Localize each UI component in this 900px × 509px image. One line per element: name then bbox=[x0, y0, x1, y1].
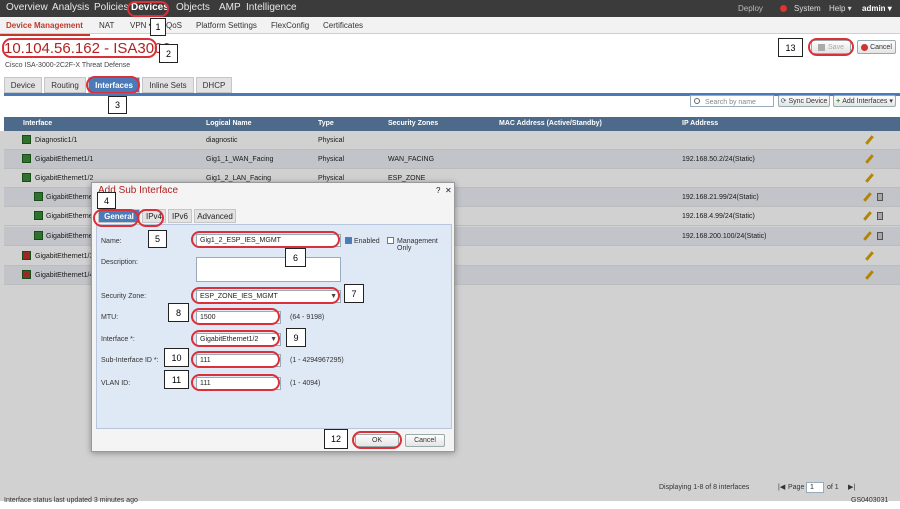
annotation-8: 8 bbox=[168, 303, 189, 322]
annotation-11: 11 bbox=[164, 370, 189, 389]
interface-label: Interface *: bbox=[101, 336, 135, 343]
mtu-highlight bbox=[191, 308, 280, 325]
col-logical-name: Logical Name bbox=[206, 120, 252, 127]
col-type: Type bbox=[318, 120, 334, 127]
add-interfaces-button[interactable]: + Add Interfaces ▾ bbox=[833, 95, 896, 107]
tab-device[interactable]: Device bbox=[4, 77, 42, 93]
nav-analysis[interactable]: Analysis bbox=[52, 2, 89, 13]
subnav-flexconfig[interactable]: FlexConfig bbox=[271, 21, 309, 30]
subnav-platform-settings[interactable]: Platform Settings bbox=[196, 21, 257, 30]
annotation-4: 4 bbox=[97, 192, 116, 209]
annotation-5: 5 bbox=[148, 230, 167, 248]
deploy-button[interactable]: Deploy bbox=[738, 4, 763, 13]
col-interface: Interface bbox=[23, 120, 53, 127]
tab-routing[interactable]: Routing bbox=[44, 77, 86, 93]
mtu-label: MTU: bbox=[101, 314, 119, 321]
col-mac-address: MAC Address (Active/Standby) bbox=[499, 120, 602, 127]
sync-icon: ⟳ bbox=[780, 98, 787, 105]
status-text: Interface status last updated 3 minutes … bbox=[4, 497, 138, 504]
description-label: Description: bbox=[101, 259, 138, 266]
dialog-form: Name: Gig1_2_ESP_IES_MGMT Enabled Manage… bbox=[96, 224, 452, 429]
sync-device-button[interactable]: ⟳ Sync Device bbox=[778, 95, 830, 107]
description-input[interactable] bbox=[196, 257, 341, 282]
first-page-icon[interactable]: |◀ bbox=[778, 483, 785, 491]
annotation-7: 7 bbox=[344, 284, 364, 303]
tab-inline-sets[interactable]: Inline Sets bbox=[142, 77, 194, 93]
dialog-title: Add Sub Interface bbox=[98, 185, 179, 196]
security-zone-label: Security Zone: bbox=[101, 293, 147, 300]
tab-advanced[interactable]: Advanced bbox=[194, 209, 236, 223]
general-tab-highlight bbox=[93, 209, 139, 227]
enabled-checkbox[interactable] bbox=[345, 237, 352, 244]
page-label: Page bbox=[788, 484, 805, 491]
interfaces-table-header: Interface Logical Name Type Security Zon… bbox=[4, 117, 900, 131]
subnav-certificates[interactable]: Certificates bbox=[323, 21, 363, 30]
help-menu[interactable]: Help ▾ bbox=[829, 4, 852, 13]
tab-ipv6[interactable]: IPv6 bbox=[168, 209, 192, 223]
pager-summary: Displaying 1-8 of 8 interfaces bbox=[659, 484, 750, 491]
nav-overview[interactable]: Overview bbox=[6, 2, 48, 13]
annotation-12: 12 bbox=[324, 429, 348, 449]
add-icon: + bbox=[836, 97, 841, 105]
tab-dhcp[interactable]: DHCP bbox=[196, 77, 232, 93]
mtu-hint: (64 - 9198) bbox=[290, 314, 325, 321]
page-input[interactable]: 1 bbox=[806, 482, 824, 493]
col-ip-address: IP Address bbox=[682, 120, 719, 127]
title-highlight bbox=[2, 38, 157, 58]
nav-amp[interactable]: AMP bbox=[219, 2, 241, 13]
interface-highlight bbox=[191, 330, 280, 347]
next-page-icon[interactable]: ▶| bbox=[848, 483, 855, 491]
annotation-1: 1 bbox=[150, 18, 166, 36]
user-menu[interactable]: admin ▾ bbox=[862, 4, 892, 13]
cancel-top-button[interactable]: Cancel bbox=[857, 40, 896, 54]
figure-id: GS0403031 bbox=[851, 497, 889, 504]
sub-interface-id-label: Sub-Interface ID *: bbox=[101, 357, 159, 364]
cancel-icon bbox=[861, 43, 869, 51]
annotation-2: 2 bbox=[159, 44, 178, 63]
interfaces-tab-highlight bbox=[86, 76, 140, 94]
cancel-button[interactable]: Cancel bbox=[405, 434, 445, 447]
subnav-active-underline bbox=[0, 34, 90, 36]
ok-highlight bbox=[352, 431, 402, 449]
annotation-6: 6 bbox=[285, 248, 306, 267]
annotation-9: 9 bbox=[286, 328, 306, 347]
enabled-label: Enabled bbox=[354, 238, 380, 245]
subid-highlight bbox=[191, 351, 280, 368]
page-count: of 1 bbox=[827, 484, 839, 491]
subnav-qos[interactable]: QoS bbox=[166, 21, 182, 30]
device-model: Cisco ISA-3000-2C2F-X Threat Defense bbox=[5, 62, 131, 69]
vlan-id-hint: (1 - 4094) bbox=[290, 380, 321, 387]
nav-policies[interactable]: Policies bbox=[94, 2, 128, 13]
vlan-id-label: VLAN ID: bbox=[101, 380, 131, 387]
nav-objects[interactable]: Objects bbox=[176, 2, 210, 13]
annotation-3: 3 bbox=[108, 96, 127, 114]
alert-icon[interactable] bbox=[780, 5, 787, 12]
system-menu[interactable]: System bbox=[794, 4, 821, 13]
management-only-label: Management Only bbox=[397, 238, 438, 252]
devices-highlight bbox=[127, 1, 169, 17]
col-security-zones: Security Zones bbox=[388, 120, 439, 127]
ipv4-tab-highlight bbox=[137, 209, 164, 227]
search-input[interactable]: Search by name bbox=[690, 95, 774, 107]
search-icon bbox=[694, 98, 700, 104]
save-highlight bbox=[808, 38, 854, 56]
name-highlight bbox=[191, 231, 340, 248]
nav-intelligence[interactable]: Intelligence bbox=[246, 2, 297, 13]
annotation-10: 10 bbox=[164, 348, 189, 367]
sub-interface-id-hint: (1 - 4294967295) bbox=[290, 357, 344, 364]
vlan-highlight bbox=[191, 374, 280, 391]
subnav-nat[interactable]: NAT bbox=[99, 21, 114, 30]
zone-highlight bbox=[191, 287, 340, 304]
help-icon[interactable]: ? bbox=[436, 186, 440, 195]
subnav-device-management[interactable]: Device Management bbox=[6, 21, 83, 30]
management-only-checkbox[interactable] bbox=[387, 237, 394, 244]
close-icon[interactable]: ✕ bbox=[445, 186, 452, 195]
name-label: Name: bbox=[101, 238, 122, 245]
sub-nav-bar: Device Management NAT VPN ▾ QoS Platform… bbox=[0, 17, 900, 34]
annotation-13: 13 bbox=[778, 38, 803, 57]
